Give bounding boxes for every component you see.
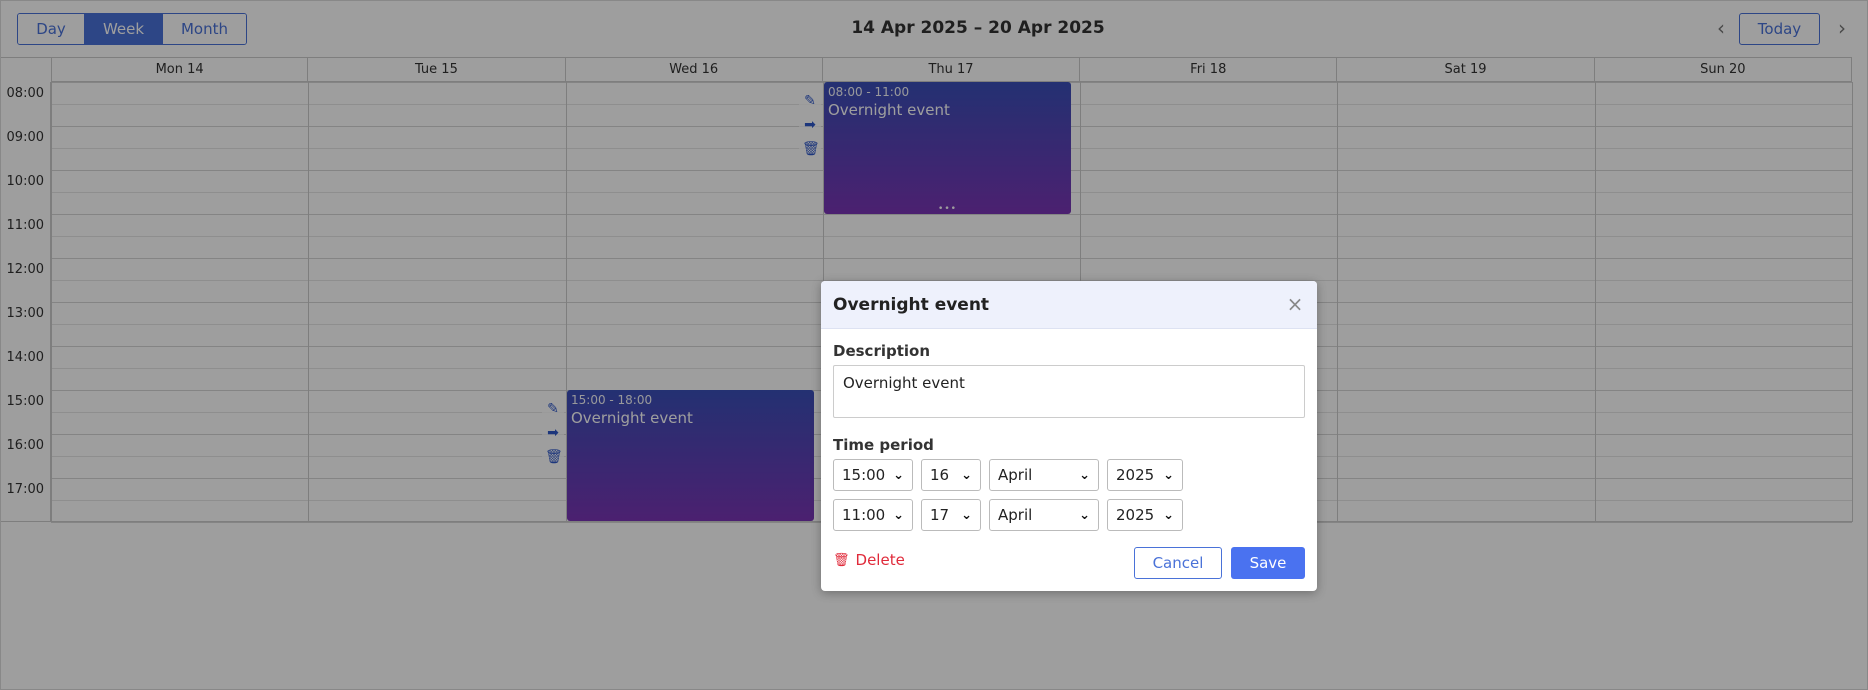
end-year-value: 2025 [1116, 506, 1155, 524]
cancel-button[interactable]: Cancel [1134, 547, 1222, 579]
delete-button[interactable]: 🗑 Delete [833, 551, 905, 569]
chevron-down-icon: ⌄ [1079, 467, 1090, 483]
chevron-down-icon: ⌄ [893, 467, 904, 483]
end-month-select[interactable]: April ⌄ [989, 499, 1099, 531]
end-time-select[interactable]: 11:00 ⌄ [833, 499, 913, 531]
dialog-header: Overnight event × [821, 281, 1317, 329]
time-period-label: Time period [833, 436, 934, 454]
trash-icon: 🗑 [833, 552, 850, 568]
chevron-down-icon: ⌄ [893, 507, 904, 523]
start-year-select[interactable]: 2025 ⌄ [1107, 459, 1183, 491]
start-time-value: 15:00 [842, 466, 886, 484]
start-month-select[interactable]: April ⌄ [989, 459, 1099, 491]
chevron-down-icon: ⌄ [961, 507, 972, 523]
close-icon[interactable]: × [1285, 293, 1305, 315]
description-input[interactable] [833, 365, 1305, 418]
start-time-select[interactable]: 15:00 ⌄ [833, 459, 913, 491]
save-button[interactable]: Save [1231, 547, 1305, 579]
chevron-down-icon: ⌄ [1079, 507, 1090, 523]
delete-label: Delete [855, 551, 905, 569]
description-label: Description [833, 342, 931, 360]
end-year-select[interactable]: 2025 ⌄ [1107, 499, 1183, 531]
start-month-value: April [998, 466, 1033, 484]
start-day-value: 16 [930, 466, 950, 484]
chevron-down-icon: ⌄ [961, 467, 972, 483]
dialog-title: Overnight event [833, 295, 990, 315]
end-time-value: 11:00 [842, 506, 886, 524]
event-edit-dialog: Overnight event × Description Time perio… [821, 281, 1317, 591]
end-day-value: 17 [930, 506, 950, 524]
start-year-value: 2025 [1116, 466, 1155, 484]
start-day-select[interactable]: 16 ⌄ [921, 459, 981, 491]
chevron-down-icon: ⌄ [1163, 467, 1174, 483]
end-month-value: April [998, 506, 1033, 524]
chevron-down-icon: ⌄ [1163, 507, 1174, 523]
end-day-select[interactable]: 17 ⌄ [921, 499, 981, 531]
